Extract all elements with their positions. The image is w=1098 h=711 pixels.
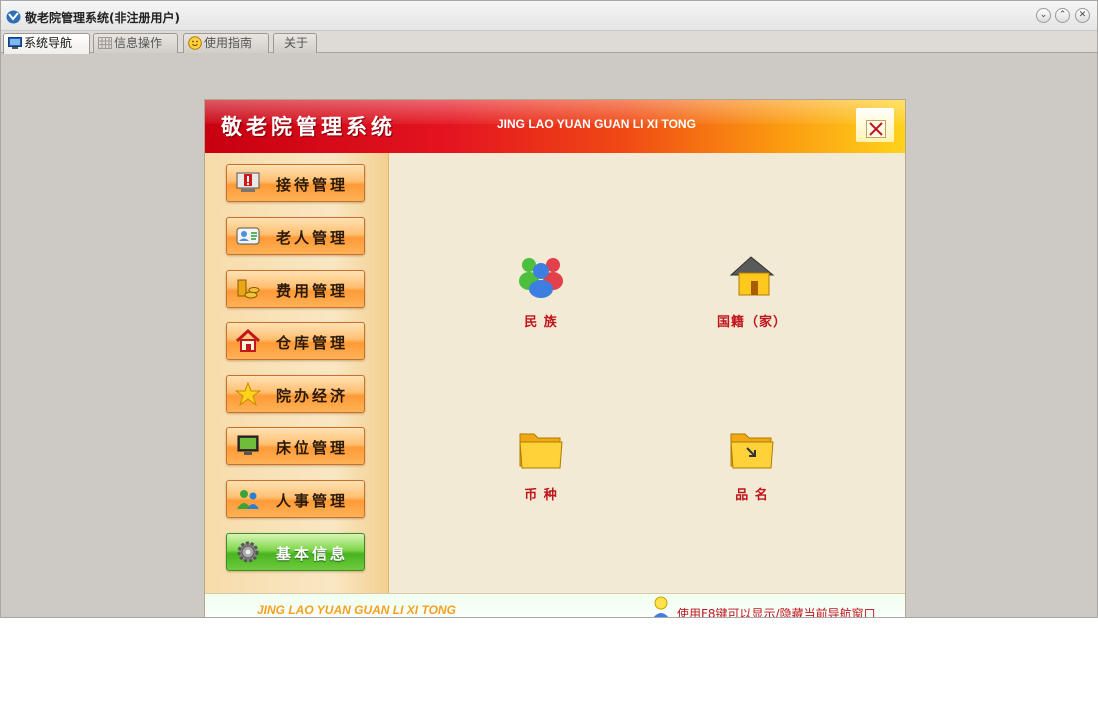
sidebar-item-personnel[interactable]: 人事管理 [226, 480, 365, 518]
title-bar: 敬老院管理系统(非注册用户) ⌄ ⌃ ✕ [1, 1, 1097, 31]
navigation-subtitle: JING LAO YUAN GUAN LI XI TONG [497, 117, 696, 131]
tab-label: 系统导航 [24, 36, 73, 50]
sidebar-item-warehouse[interactable]: 仓库管理 [226, 322, 365, 360]
close-icon [866, 120, 886, 138]
sidebar-item-basic-info[interactable]: 基本信息 [226, 533, 365, 571]
item-label: 币 种 [524, 488, 558, 503]
alert-monitor-icon [236, 172, 260, 192]
tab-label: 关于 [284, 36, 309, 50]
tab-label: 信息操作 [114, 36, 163, 50]
app-window: 敬老院管理系统(非注册用户) ⌄ ⌃ ✕ 系统导航 信息操作 使用指南 关于 敬… [0, 0, 1098, 618]
star-icon [235, 382, 261, 406]
people-group-icon [519, 258, 563, 298]
sidebar-item-label: 仓库管理 [276, 334, 349, 352]
people-icon [237, 490, 259, 509]
sidebar-item-economy[interactable]: 院办经济 [226, 375, 365, 413]
sidebar: 接待管理 老人管理 费用管理 仓库管理 院办经济 床位管理 人事管理 基本信息 [205, 153, 389, 593]
sidebar-item-fees[interactable]: 费用管理 [226, 270, 365, 308]
sidebar-item-label: 接待管理 [276, 176, 349, 194]
navigation-panel: 敬老院管理系统 JING LAO YUAN GUAN LI XI TONG 接待… [204, 99, 906, 618]
tab-about[interactable]: 关于 [273, 33, 317, 53]
navigation-title: 敬老院管理系统 [221, 114, 396, 139]
sidebar-item-label: 基本信息 [276, 545, 349, 563]
item-ethnicity[interactable]: 民 族 [478, 253, 598, 333]
sidebar-item-label: 费用管理 [276, 282, 349, 300]
item-label: 品 名 [735, 488, 769, 503]
navigation-footer: JING LAO YUAN GUAN LI XI TONG 使用F8键可以显示/… [205, 593, 905, 618]
lightbulb-person-icon [653, 596, 669, 617]
item-nationality[interactable]: 国籍（家） [689, 253, 809, 333]
footer-subtitle: JING LAO YUAN GUAN LI XI TONG [257, 603, 456, 617]
tab-bar: 系统导航 信息操作 使用指南 关于 [1, 31, 1097, 54]
sidebar-item-label: 人事管理 [276, 492, 349, 510]
sidebar-item-label: 床位管理 [276, 439, 349, 457]
folder-arrow-icon [730, 433, 774, 469]
item-label: 国籍（家） [716, 315, 787, 330]
house-icon [729, 256, 775, 296]
smiley-icon [188, 36, 202, 50]
tab-system-navigation[interactable]: 系统导航 [3, 33, 90, 54]
minimize-button[interactable]: ⌄ [1036, 8, 1051, 23]
app-logo-icon [6, 10, 21, 24]
house-icon [235, 329, 261, 352]
item-currency[interactable]: 币 种 [478, 426, 598, 506]
tab-label: 使用指南 [204, 36, 253, 50]
tab-user-guide[interactable]: 使用指南 [183, 33, 269, 53]
gear-icon [237, 541, 259, 563]
sidebar-item-reception[interactable]: 接待管理 [226, 164, 365, 202]
close-window-button[interactable]: ✕ [1075, 8, 1090, 23]
sidebar-item-beds[interactable]: 床位管理 [226, 427, 365, 465]
item-product-name[interactable]: 品 名 [689, 426, 809, 506]
monitor-icon [237, 435, 259, 455]
navigation-content: 民 族 国籍（家） 币 种 品 名 [389, 153, 905, 593]
item-label: 民 族 [524, 315, 558, 330]
grid-icon [98, 37, 112, 49]
navigation-header: 敬老院管理系统 JING LAO YUAN GUAN LI XI TONG [205, 100, 905, 153]
sidebar-item-label: 院办经济 [276, 387, 349, 405]
sidebar-item-label: 老人管理 [276, 229, 349, 247]
folder-icon [519, 433, 563, 469]
monitor-icon [8, 37, 22, 49]
maximize-button[interactable]: ⌃ [1055, 8, 1070, 23]
tab-info-operation[interactable]: 信息操作 [93, 33, 178, 53]
id-card-icon [236, 227, 260, 245]
window-title: 敬老院管理系统(非注册用户) [25, 11, 180, 25]
footer-hint: 使用F8键可以显示/隐藏当前导航窗口 [677, 607, 876, 618]
coins-icon [237, 279, 260, 299]
navigation-close-button[interactable] [856, 108, 894, 142]
sidebar-item-elderly[interactable]: 老人管理 [226, 217, 365, 255]
